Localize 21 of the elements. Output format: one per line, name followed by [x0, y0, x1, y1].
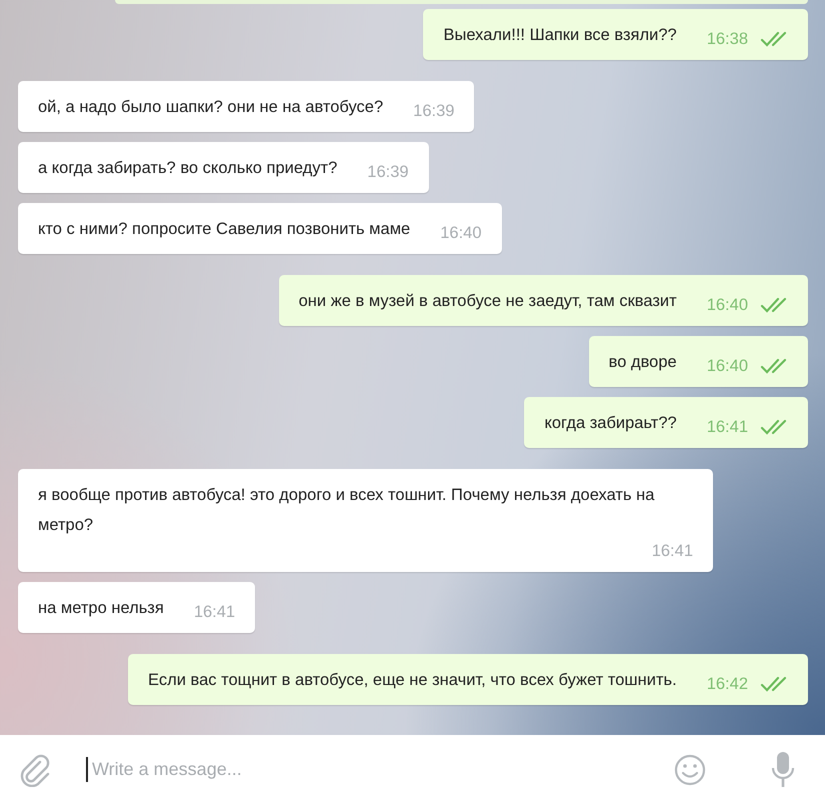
message-text: Если вас тощнит в автобусе, еще не значит, что всех бужет тошнить.: [148, 670, 677, 691]
message-text: Выехали!!! Шапки все взяли??: [443, 25, 677, 46]
message-time: 16:41: [194, 602, 236, 623]
message-time: 16:41: [706, 417, 748, 438]
message-time: 16:39: [413, 101, 454, 122]
message-input[interactable]: Write a message...: [86, 757, 649, 782]
message-time: 16:42: [706, 674, 748, 695]
message-text: на метро нельзя: [38, 598, 164, 619]
message-text: они же в музей в автобусе не заедут, там сквазит: [298, 291, 677, 312]
message-text: кто с ними? попросите Савелия позвонить маме: [38, 219, 410, 240]
message-text: когда забираьт??: [544, 413, 677, 434]
message-text: а когда забирать? во сколько приедут?: [38, 158, 338, 179]
message-text: я вообще против автобуса! это дорого и всех тошнит. Почему нельзя доехать на метро?: [38, 485, 656, 536]
message-time: 16:38: [706, 29, 748, 50]
message-time: 16:39: [367, 162, 409, 183]
message-time: 16:40: [706, 356, 748, 377]
message-text: во дворе: [608, 352, 677, 373]
message-time: 16:41: [652, 541, 693, 562]
message-time: 16:40: [440, 223, 482, 244]
message-text: ой, а надо было шапки? они не на автобусе?: [38, 97, 384, 118]
message-time: 16:40: [706, 295, 748, 316]
